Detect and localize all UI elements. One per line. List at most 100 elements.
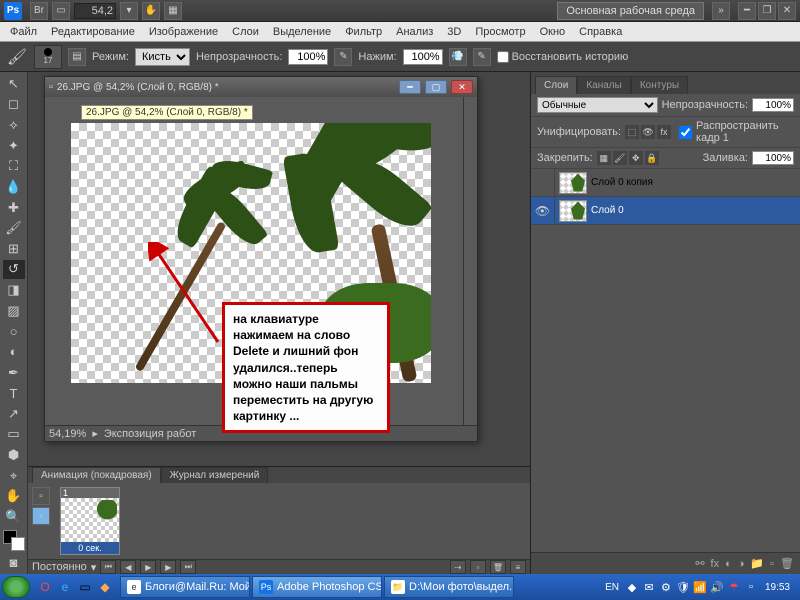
menu-filter[interactable]: Фильтр [339, 24, 388, 40]
fill-input[interactable] [752, 151, 794, 165]
shape-tool[interactable]: ▭ [3, 425, 25, 445]
color-swatches[interactable] [3, 530, 25, 552]
menu-select[interactable]: Выделение [267, 24, 337, 40]
opacity-input[interactable] [288, 49, 328, 65]
screen-mode-icon[interactable]: ▭ [52, 2, 70, 20]
pen-tool[interactable]: ✒ [3, 363, 25, 383]
chevron-down-icon[interactable]: ▾ [91, 561, 97, 574]
timeline-mode-icon[interactable]: ≡ [510, 560, 526, 574]
frame-delay[interactable]: 0 сек. [61, 542, 119, 554]
tab-layers[interactable]: Слои [535, 76, 577, 94]
move-tool[interactable]: ↖ [3, 74, 25, 94]
brush-tool[interactable]: 🖌 [3, 218, 25, 238]
restore-history-checkbox[interactable] [497, 51, 509, 63]
path-tool[interactable]: ↗ [3, 404, 25, 424]
delete-frame-icon[interactable]: 🗑 [490, 560, 506, 574]
eraser-tool[interactable]: ◨ [3, 280, 25, 300]
visibility-toggle[interactable]: 👁 [531, 197, 555, 225]
taskbar-task[interactable]: eБлоги@Mail.Ru: Мой ... [120, 576, 250, 598]
tray-icon[interactable]: 📶 [693, 580, 707, 594]
document-titlebar[interactable]: ▫ 26.JPG @ 54,2% (Слой 0, RGB/8) * ━ ▢ ✕ [45, 77, 477, 97]
status-zoom[interactable]: 54,19% [49, 428, 86, 440]
crop-tool[interactable]: ⛶ [3, 157, 25, 177]
new-layer-icon[interactable]: ▫ [770, 558, 774, 570]
tray-icon[interactable]: ⚙ [659, 580, 673, 594]
hand-icon[interactable]: ✋ [142, 2, 160, 20]
zoom-tool[interactable]: 🔍 [3, 507, 25, 527]
taskbar-task[interactable]: 📁D:\Мои фото\выдел... [384, 576, 514, 598]
current-tool-icon[interactable]: 🖌 [6, 47, 28, 67]
lock-position-icon[interactable]: ✥ [629, 151, 643, 165]
delete-layer-icon[interactable]: 🗑 [780, 557, 794, 570]
animation-frame[interactable]: 1 0 сек. [60, 487, 120, 555]
tray-icon[interactable]: 🔊 [710, 580, 724, 594]
menu-analysis[interactable]: Анализ [390, 24, 439, 40]
tray-icon[interactable]: ◆ [625, 580, 639, 594]
blend-mode-select[interactable]: Кисть [135, 48, 190, 66]
menu-3d[interactable]: 3D [441, 24, 467, 40]
layer-thumbnail[interactable] [559, 172, 587, 194]
workspace-switcher[interactable]: Основная рабочая среда [557, 2, 704, 20]
tab-animation[interactable]: Анимация (покадровая) [32, 467, 161, 483]
lock-all-icon[interactable]: 🔒 [645, 151, 659, 165]
heal-tool[interactable]: ✚ [3, 198, 25, 218]
taskbar-task[interactable]: PsAdobe Photoshop CS... [252, 576, 382, 598]
next-frame-icon[interactable]: ▶ [160, 560, 176, 574]
ql-ie-icon[interactable]: e [56, 578, 74, 596]
last-frame-icon[interactable]: ⏭ [180, 560, 196, 574]
layer-row[interactable]: 👁 Слой 0 [531, 197, 800, 225]
doc-minimize-icon[interactable]: ━ [399, 80, 421, 94]
layer-mask-icon[interactable]: ◐ [725, 558, 732, 570]
tab-channels[interactable]: Каналы [577, 76, 631, 94]
menu-edit[interactable]: Редактирование [45, 24, 141, 40]
anim-icon-2[interactable]: ▫ [32, 507, 50, 525]
launch-bridge-icon[interactable]: Br [30, 2, 48, 20]
stamp-tool[interactable]: ⊞ [3, 239, 25, 259]
menu-image[interactable]: Изображение [143, 24, 224, 40]
doc-maximize-icon[interactable]: ▢ [425, 80, 447, 94]
lock-pixels-icon[interactable]: 🖌 [613, 151, 627, 165]
menu-layers[interactable]: Слои [226, 24, 265, 40]
adjustment-layer-icon[interactable]: ◑ [738, 558, 745, 570]
arrange-icon[interactable]: ▦ [164, 2, 182, 20]
history-brush-tool[interactable]: ↺ [3, 260, 25, 280]
first-frame-icon[interactable]: ⏮ [100, 560, 116, 574]
anim-icon-1[interactable]: ▫ [32, 487, 50, 505]
menu-file[interactable]: Файл [4, 24, 43, 40]
tab-measurement-log[interactable]: Журнал измерений [161, 467, 269, 483]
tray-icon[interactable]: ✉ [642, 580, 656, 594]
prev-frame-icon[interactable]: ◀ [120, 560, 136, 574]
tween-icon[interactable]: ⇢ [450, 560, 466, 574]
play-icon[interactable]: ▶ [140, 560, 156, 574]
start-button[interactable] [2, 576, 30, 598]
layer-name[interactable]: Слой 0 [591, 205, 800, 216]
layer-opacity-input[interactable] [752, 98, 794, 112]
layer-fx-icon[interactable]: fx [711, 558, 720, 570]
brush-panel-icon[interactable]: ▤ [68, 48, 86, 66]
tray-icon[interactable]: ▫ [744, 580, 758, 594]
zoom-field[interactable] [74, 3, 116, 19]
menu-view[interactable]: Просмотр [469, 24, 531, 40]
ql-app-icon[interactable]: ◆ [96, 578, 114, 596]
lock-transparency-icon[interactable]: ▦ [597, 151, 611, 165]
unify-style-icon[interactable]: fx [657, 125, 671, 139]
gradient-tool[interactable]: ▨ [3, 301, 25, 321]
window-restore-icon[interactable]: ❐ [758, 2, 776, 20]
unify-visibility-icon[interactable]: 👁 [641, 125, 655, 139]
flow-input[interactable] [403, 49, 443, 65]
link-layers-icon[interactable]: ⚯ [695, 557, 704, 570]
opacity-pressure-icon[interactable]: ✎ [334, 48, 352, 66]
3d-tool[interactable]: ⬢ [3, 445, 25, 465]
flow-pressure-icon[interactable]: ✎ [473, 48, 491, 66]
blend-mode-select[interactable]: Обычные [537, 97, 658, 113]
propagate-checkbox[interactable] [679, 126, 692, 139]
layer-group-icon[interactable]: 📁 [750, 557, 764, 570]
expand-icon[interactable]: » [712, 2, 730, 20]
menu-window[interactable]: Окно [534, 24, 572, 40]
ql-desktop-icon[interactable]: ▭ [76, 578, 94, 596]
layer-row[interactable]: Слой 0 копия [531, 169, 800, 197]
brush-preview[interactable]: 17 [34, 45, 62, 69]
3d-camera-tool[interactable]: ⌖ [3, 466, 25, 486]
unify-position-icon[interactable]: ⬚ [625, 125, 639, 139]
tray-icon[interactable]: 🛡 [676, 580, 690, 594]
